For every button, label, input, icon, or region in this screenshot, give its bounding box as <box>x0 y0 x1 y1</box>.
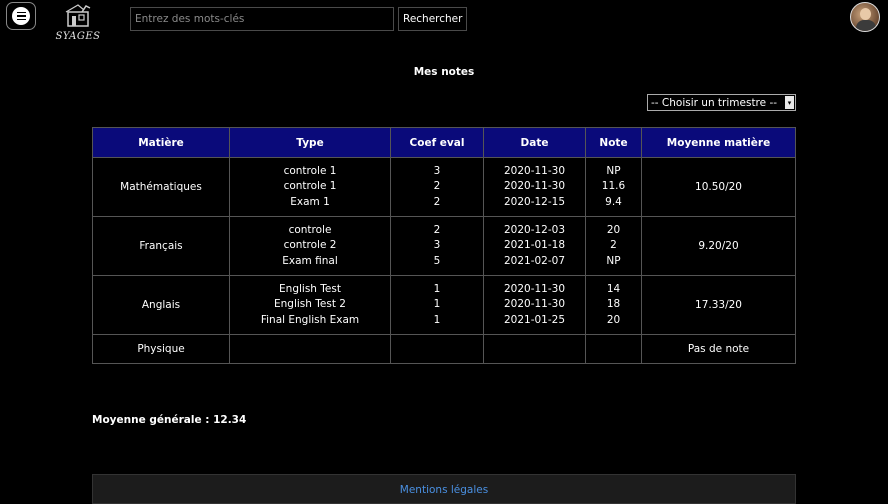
cell-notes: 20 2 NP <box>585 216 642 276</box>
trimester-select-value: -- Choisir un trimestre -- <box>651 96 778 109</box>
hamburger-icon <box>12 7 30 25</box>
cell-subject: Mathématiques <box>92 157 230 217</box>
table-row: Français controle controle 2 Exam final 23… <box>92 216 796 276</box>
logo-icon <box>65 4 91 27</box>
cell-coefs <box>390 334 484 364</box>
header-subject: Matière <box>92 127 230 158</box>
cell-subject: Anglais <box>92 275 230 335</box>
trimester-select[interactable]: -- Choisir un trimestre -- ▾ <box>647 94 796 111</box>
cell-types: controle controle 2 Exam final <box>229 216 391 276</box>
header-date: Date <box>483 127 586 158</box>
search-button[interactable]: Rechercher <box>398 7 468 31</box>
legal-link[interactable]: Mentions légales <box>400 484 488 496</box>
table-row: Mathématiques controle 1 controle 1 Exam 1… <box>92 157 796 217</box>
cell-coefs: 111 <box>390 275 484 335</box>
cell-average: Pas de note <box>641 334 796 364</box>
avatar[interactable] <box>850 2 880 32</box>
table-row: Physique Pas de note <box>92 334 796 364</box>
header-average: Moyenne matière <box>641 127 796 158</box>
header-note: Note <box>585 127 642 158</box>
cell-notes: 14 18 20 <box>585 275 642 335</box>
header-type: Type <box>229 127 391 158</box>
chevron-down-icon: ▾ <box>785 96 794 109</box>
cell-average: 9.20/20 <box>641 216 796 276</box>
header-coef: Coef eval <box>390 127 484 158</box>
logo[interactable]: SYAGES <box>52 4 104 48</box>
cell-coefs: 235 <box>390 216 484 276</box>
cell-subject: Physique <box>92 334 230 364</box>
cell-types: English Test English Test 2 Final English … <box>229 275 391 335</box>
cell-coefs: 322 <box>390 157 484 217</box>
cell-types: controle 1 controle 1 Exam 1 <box>229 157 391 217</box>
general-average: Moyenne générale : 12.34 <box>92 414 247 426</box>
menu-button[interactable] <box>6 2 36 30</box>
table-header-row: Matière Type Coef eval Date Note Moyenne… <box>92 127 796 158</box>
grades-table: Matière Type Coef eval Date Note Moyenne… <box>92 127 796 364</box>
cell-notes <box>585 334 642 364</box>
cell-types <box>229 334 391 364</box>
search-input[interactable] <box>130 7 394 31</box>
cell-dates <box>483 334 586 364</box>
page-title: Mes notes <box>413 66 475 78</box>
cell-subject: Français <box>92 216 230 276</box>
cell-average: 17.33/20 <box>641 275 796 335</box>
table-row: Anglais English Test English Test 2 Final … <box>92 275 796 335</box>
cell-dates: 2020-11-30 2020-11-30 2021-01-25 <box>483 275 586 335</box>
cell-average: 10.50/20 <box>641 157 796 217</box>
cell-dates: 2020-11-30 2020-11-30 2020-12-15 <box>483 157 586 217</box>
cell-dates: 2020-12-03 2021-01-18 2021-02-07 <box>483 216 586 276</box>
logo-text: SYAGES <box>55 31 101 42</box>
cell-notes: NP 11.6 9.4 <box>585 157 642 217</box>
